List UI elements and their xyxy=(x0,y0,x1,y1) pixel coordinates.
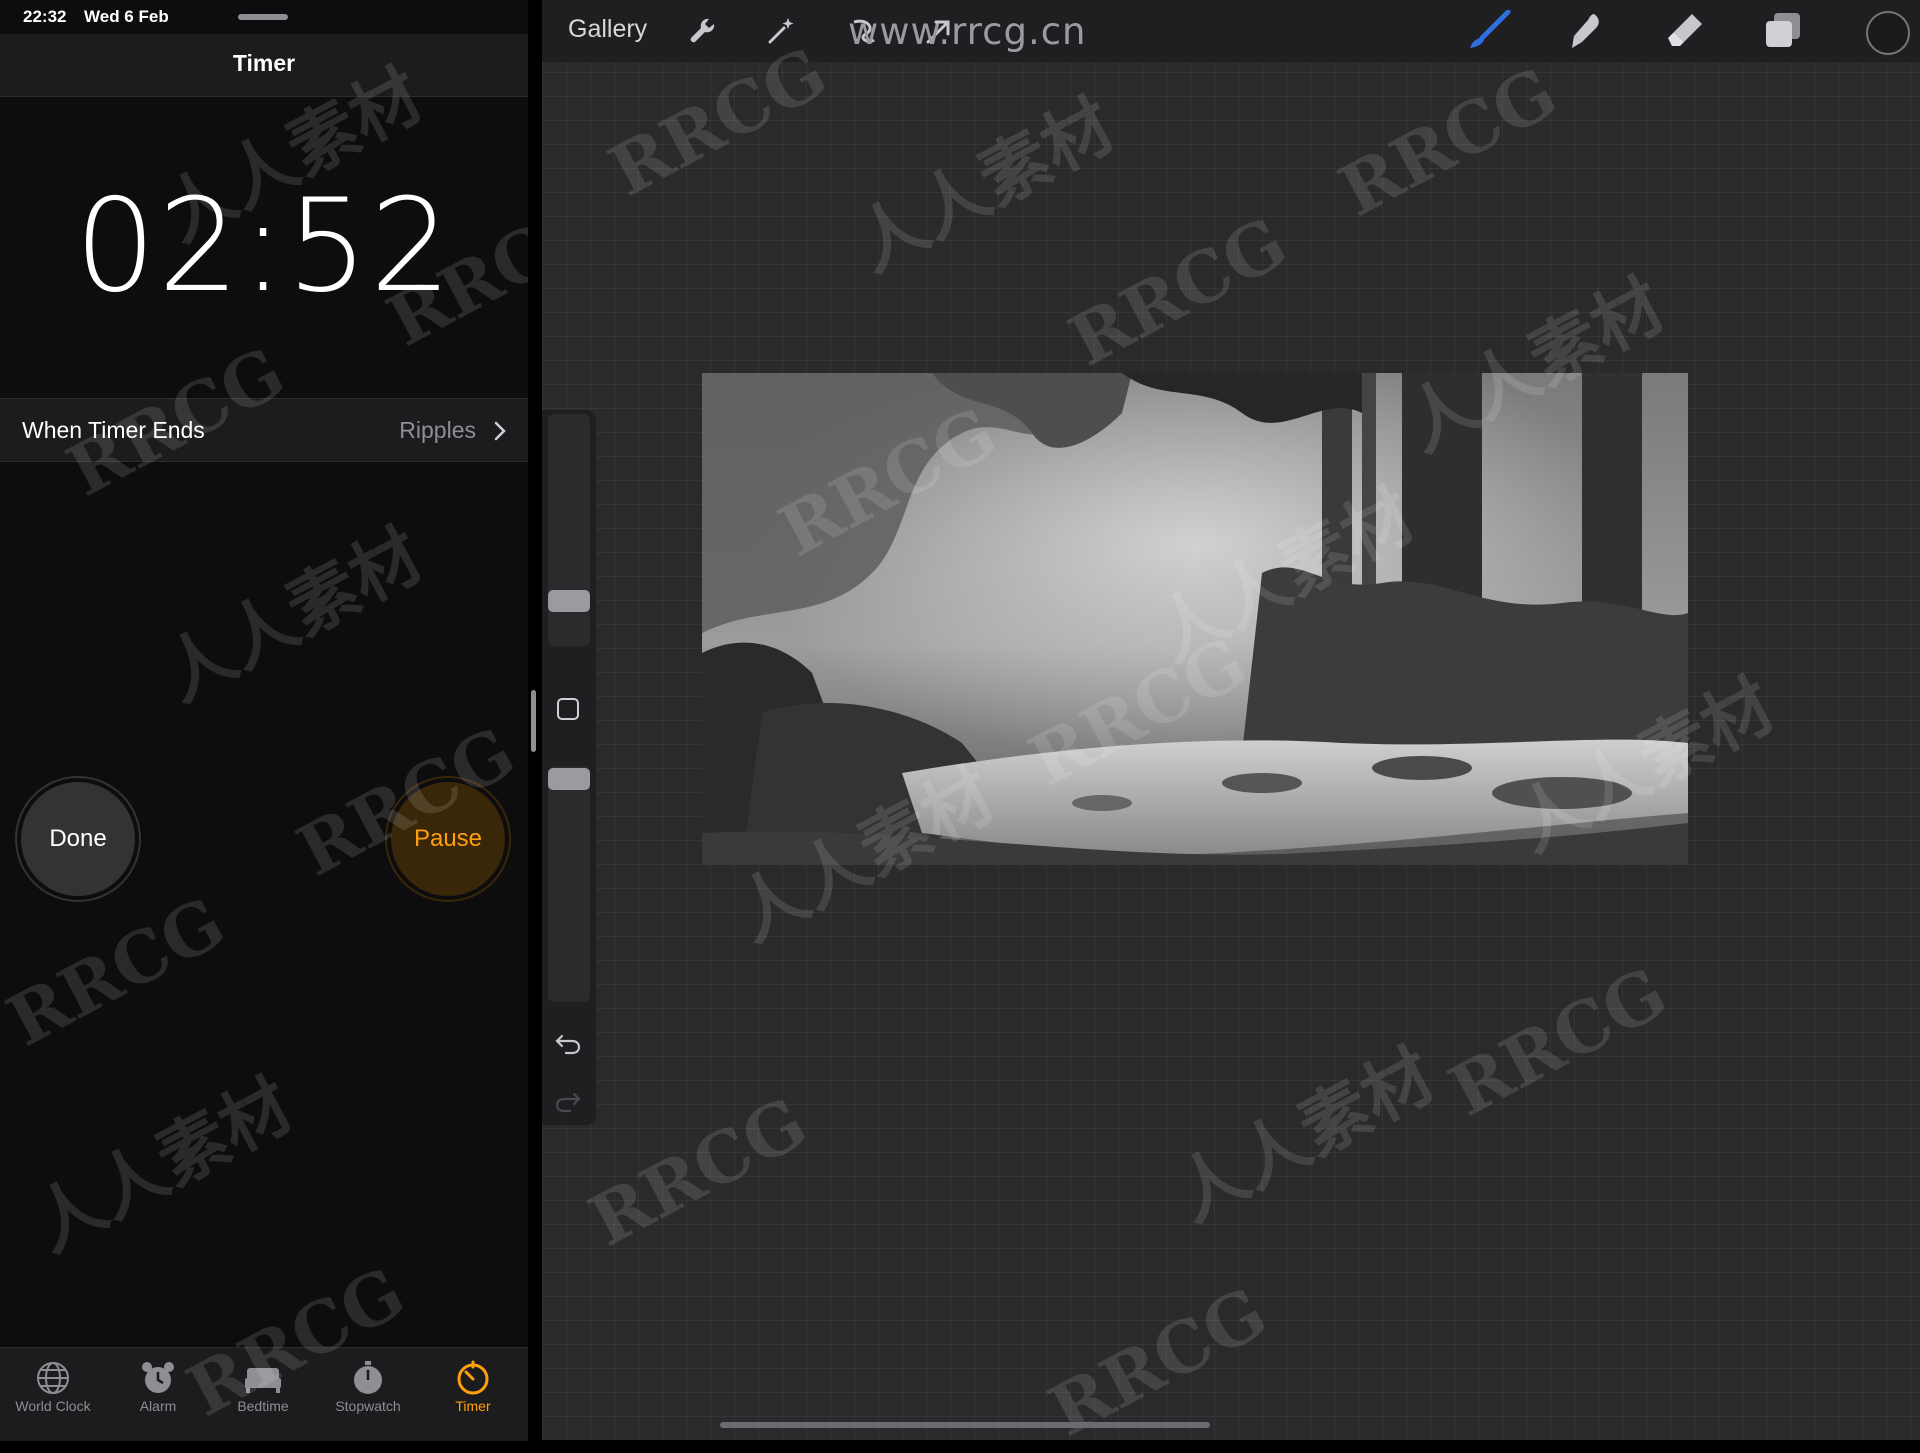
page-title: Timer xyxy=(232,50,296,76)
when-timer-ends-label: When Timer Ends xyxy=(22,417,205,443)
watermark-url: www.rrcg.cn xyxy=(848,10,1087,53)
redo-icon[interactable] xyxy=(554,1090,582,1114)
color-swatch[interactable] xyxy=(1866,11,1910,55)
stopwatch-icon xyxy=(354,1361,382,1394)
smudge-icon[interactable] xyxy=(1566,10,1604,50)
globe-icon xyxy=(37,1362,69,1394)
timer-icon xyxy=(457,1360,489,1395)
nav-header: Timer xyxy=(0,34,528,97)
bed-icon xyxy=(245,1368,281,1393)
wrench-icon[interactable] xyxy=(685,14,719,48)
canvas-artwork[interactable] xyxy=(702,373,1688,865)
watermark-text: RRCG xyxy=(1056,200,1300,383)
opacity-slider[interactable] xyxy=(548,766,590,1002)
modify-button[interactable] xyxy=(557,698,579,720)
watermark-text: 人人素材 xyxy=(1161,1032,1448,1238)
tab-bar: World Clock Alarm Bedtime Stopwatch Time… xyxy=(0,1347,528,1441)
status-date: Wed 6 Feb xyxy=(84,7,169,26)
split-view-handle[interactable] xyxy=(531,690,536,752)
done-button[interactable]: Done xyxy=(21,782,135,896)
watermark-text: 人人素材 xyxy=(841,82,1128,288)
eraser-icon[interactable] xyxy=(1666,10,1706,50)
when-timer-ends-value: Ripples xyxy=(399,417,476,443)
watermark-text: 人人素材 xyxy=(19,1062,306,1268)
watermark-text: RRCG xyxy=(1436,950,1680,1133)
multitasking-grabber[interactable] xyxy=(238,14,288,20)
gallery-button[interactable]: Gallery xyxy=(568,15,647,44)
pause-button[interactable]: Pause xyxy=(391,782,505,896)
watermark-text: RRCG xyxy=(0,880,238,1063)
watermark-text: 人人素材 xyxy=(149,512,436,718)
layers-icon[interactable] xyxy=(1764,11,1802,49)
side-toolbar xyxy=(542,410,596,1125)
tab-label: Bedtime xyxy=(237,1398,289,1414)
home-indicator[interactable] xyxy=(720,1422,1210,1428)
watermark-text: RRCG xyxy=(1326,50,1570,233)
status-time: 22:32 xyxy=(23,7,67,26)
tab-world-clock[interactable]: World Clock xyxy=(0,1354,106,1434)
opacity-thumb[interactable] xyxy=(548,768,590,790)
when-timer-ends-row[interactable]: When Timer Ends Ripples xyxy=(0,398,528,462)
status-bar: 22:32 Wed 6 Feb xyxy=(0,0,528,34)
top-toolbar: Gallery www.rrcg.cn xyxy=(542,0,1920,62)
brush-icon[interactable] xyxy=(1468,10,1512,50)
tab-stopwatch[interactable]: Stopwatch xyxy=(315,1354,421,1434)
tab-label: Timer xyxy=(455,1398,491,1414)
tab-bedtime[interactable]: Bedtime xyxy=(210,1354,316,1434)
undo-icon[interactable] xyxy=(554,1032,582,1056)
watermark-text: RRCG xyxy=(576,1080,820,1263)
timer-countdown: 02:52 xyxy=(74,172,454,321)
procreate-app: Gallery www.rrcg.cn RRCG 人人素材 RRCG RRCG … xyxy=(542,0,1920,1453)
tab-label: World Clock xyxy=(15,1398,91,1414)
tab-label: Stopwatch xyxy=(335,1398,401,1414)
brush-size-thumb[interactable] xyxy=(548,590,590,612)
tab-alarm[interactable]: Alarm xyxy=(105,1354,211,1434)
clock-app: 22:32 Wed 6 Feb Timer 02:52 When Timer E… xyxy=(0,0,618,1441)
chevron-right-icon xyxy=(494,421,506,441)
alarm-clock-icon xyxy=(142,1362,174,1393)
tab-label: Alarm xyxy=(139,1398,177,1414)
magic-wand-icon[interactable] xyxy=(764,14,798,48)
tab-timer[interactable]: Timer xyxy=(420,1354,526,1434)
